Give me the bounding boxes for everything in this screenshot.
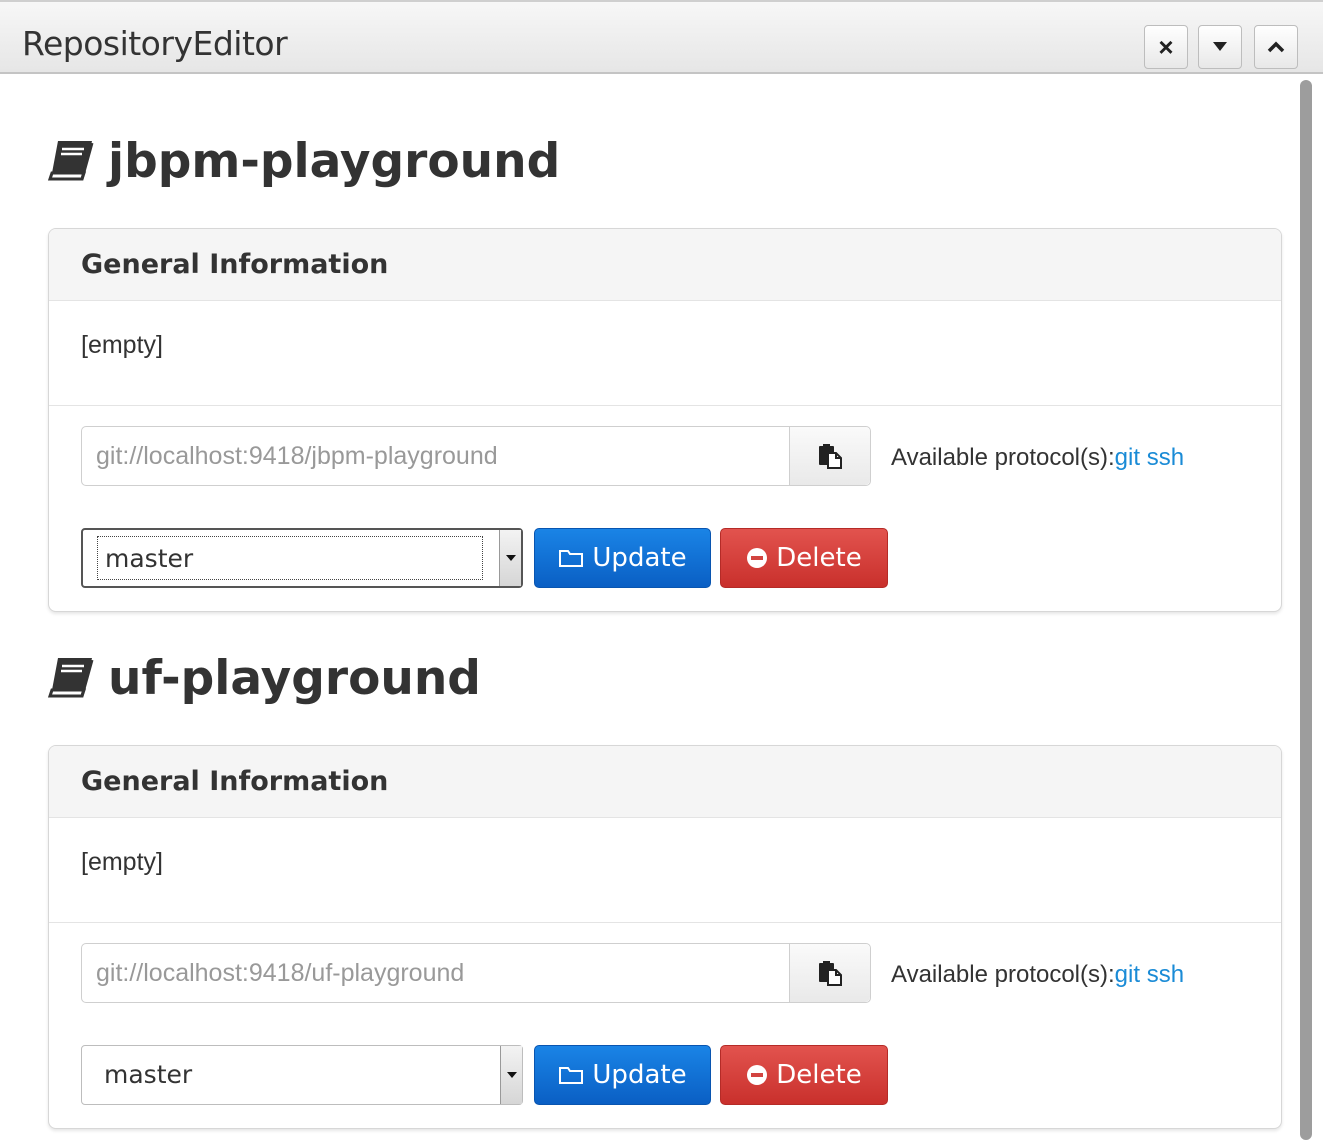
copy-url-button[interactable]: [789, 427, 870, 485]
caret-down-icon: [505, 554, 516, 561]
clone-url-input[interactable]: [82, 944, 789, 1002]
copy-url-button[interactable]: [789, 944, 870, 1002]
maximize-window-button[interactable]: [1254, 25, 1298, 69]
chevron-up-icon: [1267, 41, 1285, 53]
folder-icon: [558, 1065, 584, 1085]
folder-icon: [558, 548, 584, 568]
panel-heading: General Information: [49, 746, 1281, 818]
collapse-window-button[interactable]: [1198, 25, 1242, 69]
repository-name: jbpm-playground: [108, 134, 561, 189]
close-window-button[interactable]: ×: [1144, 25, 1188, 69]
close-icon: ×: [1158, 32, 1174, 62]
delete-button-label: Delete: [776, 543, 862, 573]
panel-footer: Available protocol(s):git ssh master Upd…: [49, 923, 1281, 1128]
clone-url-input[interactable]: [82, 427, 789, 485]
clipboard-icon: [819, 444, 842, 469]
window-titlebar: RepositoryEditor ×: [0, 0, 1323, 74]
panel-body: [empty]: [49, 818, 1281, 923]
dropdown-arrow[interactable]: [499, 530, 521, 586]
repository-panel: General Information [empty] Available pr…: [48, 745, 1282, 1129]
repository-description: [empty]: [81, 848, 163, 876]
protocols-label: Available protocol(s):: [891, 444, 1115, 471]
repository-name: uf-playground: [108, 651, 481, 706]
branch-select-value: master: [105, 544, 194, 573]
clone-url-group: [81, 943, 871, 1003]
book-icon: [46, 139, 94, 185]
clipboard-icon: [819, 961, 842, 986]
dropdown-arrow[interactable]: [500, 1046, 522, 1104]
repository-title: jbpm-playground: [46, 134, 560, 189]
repository-description: [empty]: [81, 331, 163, 359]
update-button[interactable]: Update: [534, 528, 711, 588]
chevron-down-icon: [1213, 42, 1227, 51]
available-protocols: Available protocol(s):git ssh: [891, 961, 1184, 989]
repository-title: uf-playground: [46, 651, 481, 706]
update-button-label: Update: [592, 543, 687, 573]
protocol-link-git[interactable]: git: [1115, 961, 1140, 988]
minus-circle-icon: [746, 547, 768, 569]
branch-select-value: master: [104, 1060, 193, 1089]
minus-circle-icon: [746, 1064, 768, 1086]
delete-button[interactable]: Delete: [720, 528, 888, 588]
panel-body: [empty]: [49, 301, 1281, 406]
protocol-link-git[interactable]: git: [1115, 444, 1140, 471]
book-icon: [46, 656, 94, 702]
protocol-link-ssh[interactable]: ssh: [1147, 444, 1184, 471]
clone-url-group: [81, 426, 871, 486]
panel-footer: Available protocol(s):git ssh master Upd…: [49, 406, 1281, 611]
protocol-link-ssh[interactable]: ssh: [1147, 961, 1184, 988]
vertical-scrollbar[interactable]: [1300, 80, 1312, 1140]
delete-button[interactable]: Delete: [720, 1045, 888, 1105]
protocols-label: Available protocol(s):: [891, 961, 1115, 988]
panel-heading: General Information: [49, 229, 1281, 301]
window-title: RepositoryEditor: [22, 24, 288, 63]
branch-select[interactable]: master: [81, 528, 523, 588]
update-button-label: Update: [592, 1060, 687, 1090]
update-button[interactable]: Update: [534, 1045, 711, 1105]
repository-panel: General Information [empty] Available pr…: [48, 228, 1282, 612]
branch-select[interactable]: master: [81, 1045, 523, 1105]
delete-button-label: Delete: [776, 1060, 862, 1090]
caret-down-icon: [506, 1071, 517, 1078]
available-protocols: Available protocol(s):git ssh: [891, 444, 1184, 472]
